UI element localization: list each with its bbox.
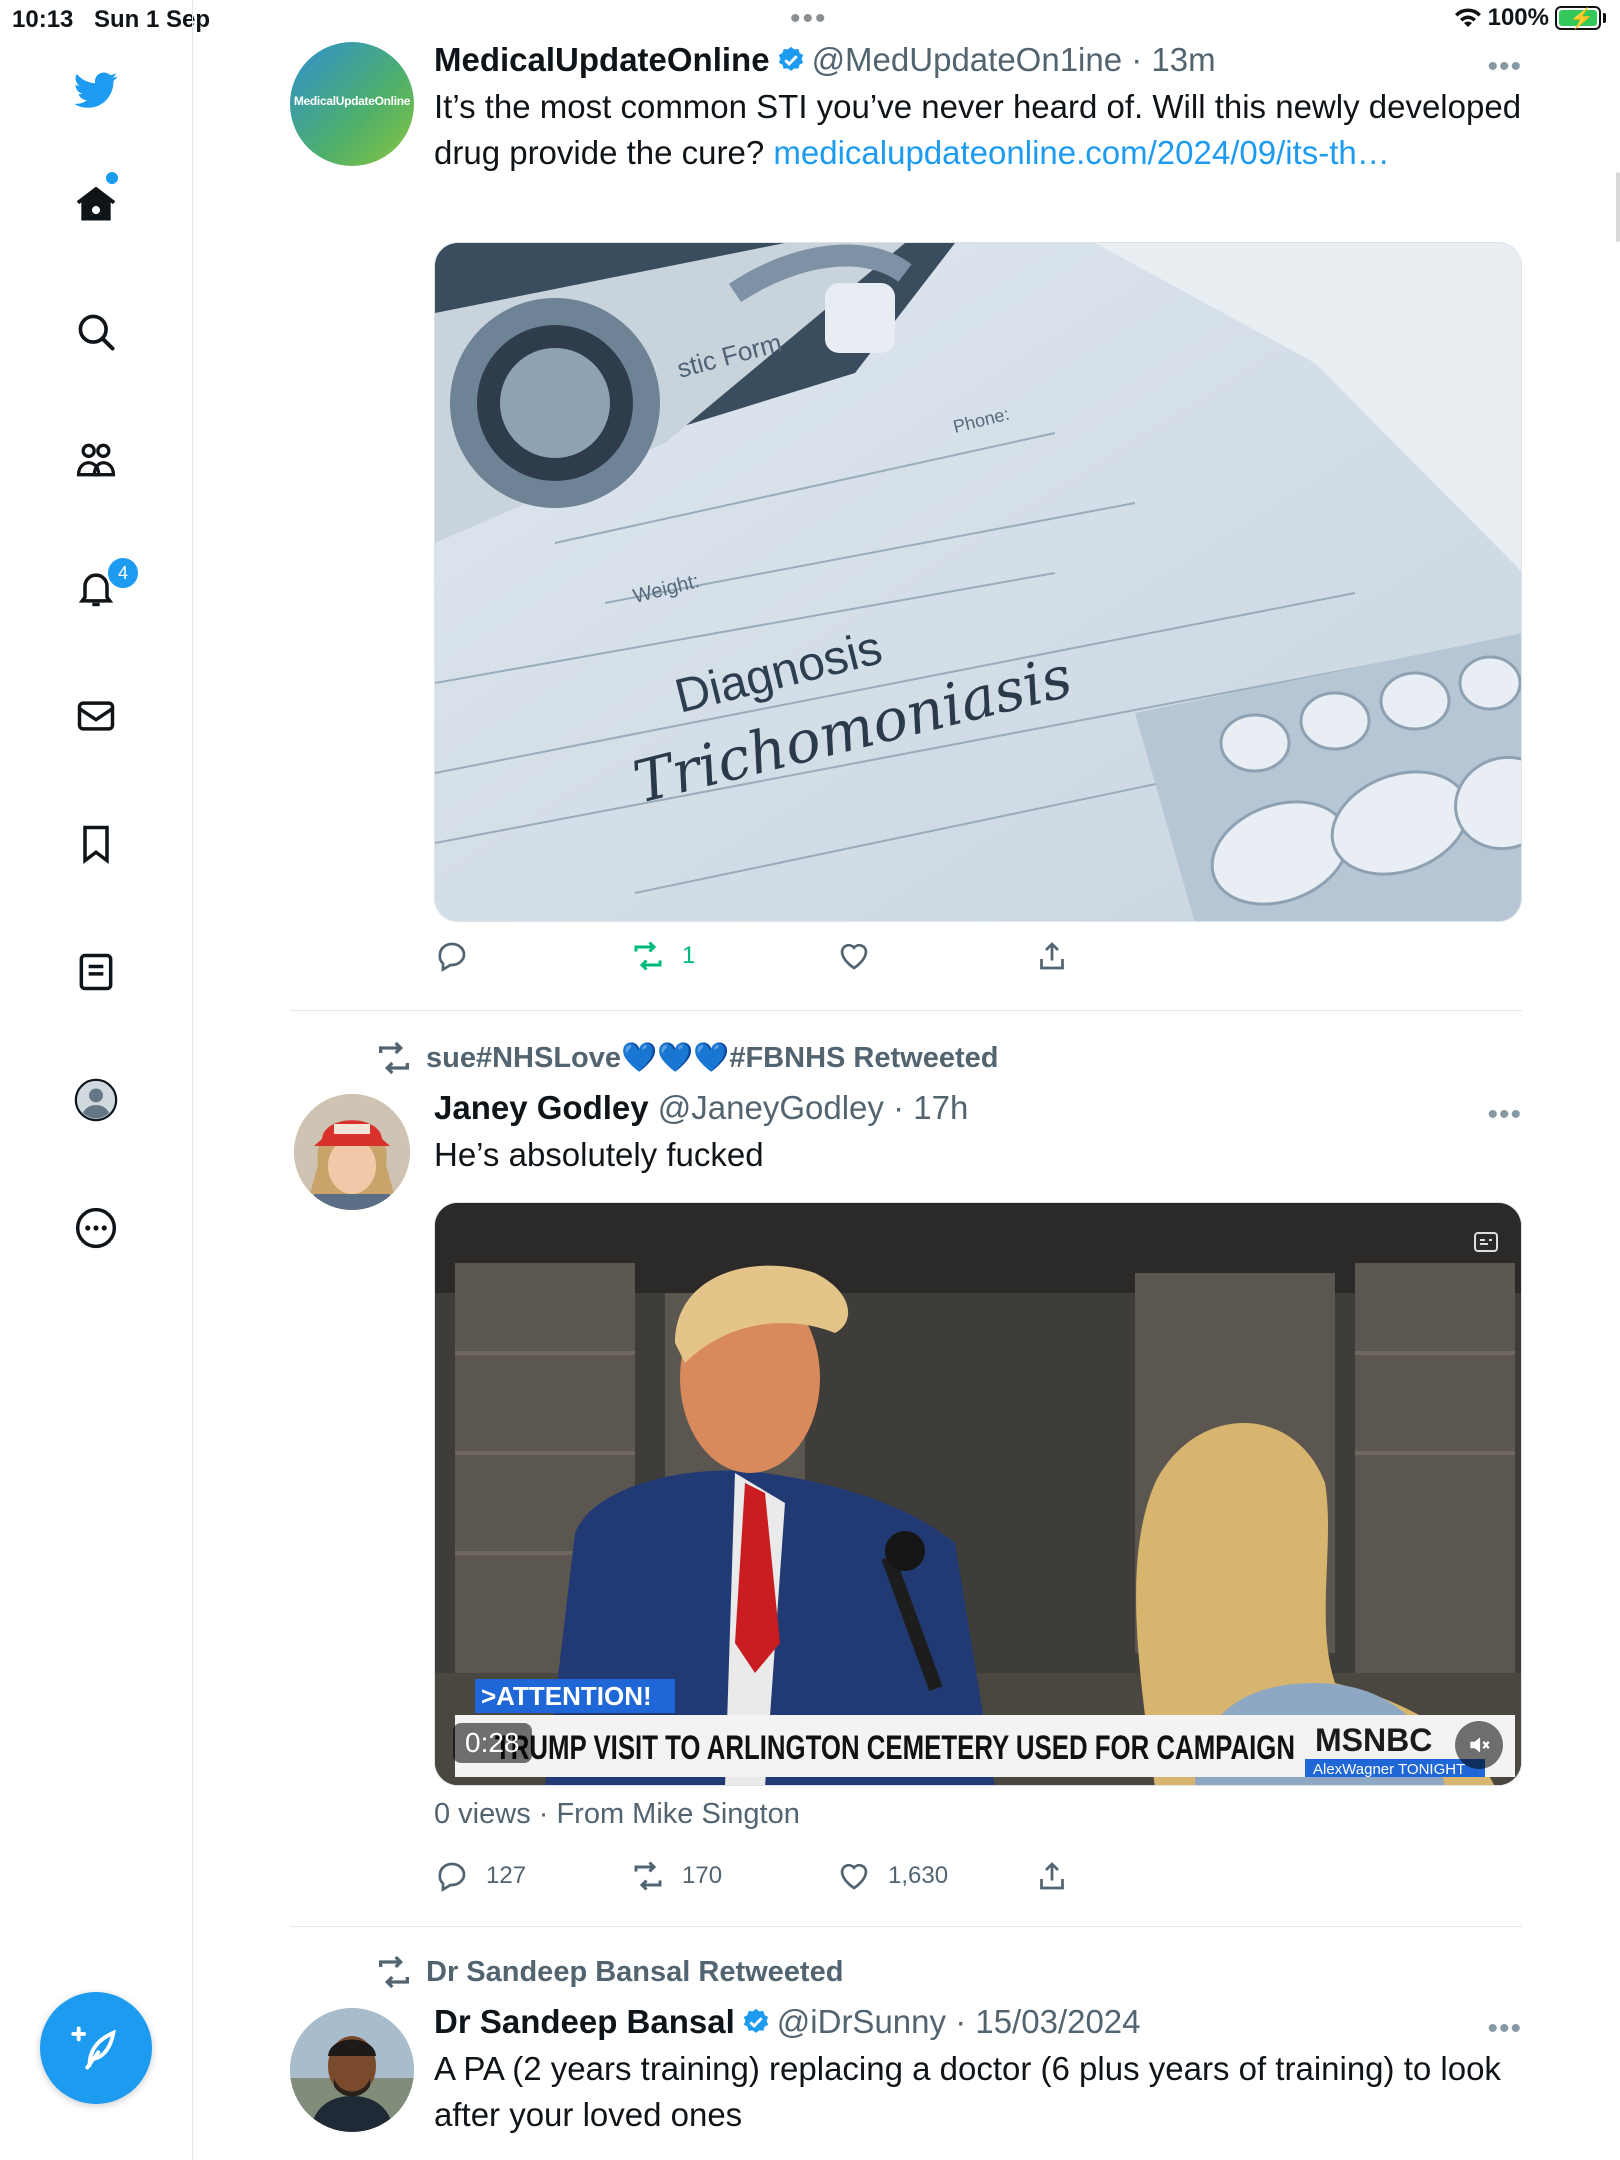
messages-mail-icon[interactable] bbox=[68, 688, 124, 744]
battery-percent: 100% bbox=[1487, 4, 1549, 31]
tweet-video[interactable]: >ATTENTION! TRUMP VISIT TO ARLINGTON CEM… bbox=[434, 1202, 1522, 1786]
retweet-indicator-icon bbox=[379, 1041, 409, 1075]
tweet-link[interactable]: medicalupdateonline.com/2024/09/its-th… bbox=[773, 134, 1389, 171]
retweet-icon bbox=[634, 1861, 662, 1891]
avatar-janeygodley[interactable] bbox=[294, 1094, 410, 1210]
handle[interactable]: @JaneyGodley bbox=[658, 1089, 884, 1126]
profile-avatar-icon[interactable] bbox=[68, 1072, 124, 1128]
more-options-icon[interactable] bbox=[68, 1200, 124, 1256]
tweet-header: MedicalUpdateOnline @MedUpdateOn1ine · 13… bbox=[434, 40, 1522, 80]
tweet-medicalupdateonline[interactable]: MedicalUpdateOnline MedicalUpdateOnline @… bbox=[290, 40, 1522, 980]
video-headline: TRUMP VISIT TO ARLINGTON CEMETERY USED F… bbox=[495, 1729, 1295, 1767]
avatar-logo-text: MedicalUpdateOnline bbox=[293, 94, 411, 108]
tweet-janeygodley[interactable]: Janey Godley @JaneyGodley · 17h ••• He’s… bbox=[290, 1088, 1522, 1908]
heart-icon bbox=[840, 943, 868, 970]
timestamp[interactable]: · 15/03/2024 bbox=[955, 2003, 1140, 2040]
share-icon bbox=[1040, 942, 1064, 970]
tweet-text: A PA (2 years training) replacing a doct… bbox=[434, 2050, 1501, 2133]
home-unread-dot bbox=[106, 172, 118, 184]
video-network-logo: MSNBC bbox=[1315, 1722, 1432, 1758]
video-attention-label: >ATTENTION! bbox=[481, 1681, 652, 1711]
retweeted-by-line[interactable]: Dr Sandeep Bansal Retweeted bbox=[374, 1952, 843, 1992]
display-name[interactable]: MedicalUpdateOnline bbox=[434, 41, 770, 78]
reply-button[interactable]: 127 bbox=[434, 1858, 526, 1894]
more-menu-icon[interactable]: ••• bbox=[1487, 1098, 1522, 1132]
retweet-button[interactable]: 170 bbox=[630, 1858, 722, 1894]
video-views-source: 0 views · From Mike Sington bbox=[434, 1798, 800, 1830]
timestamp[interactable]: · 17h bbox=[893, 1089, 968, 1126]
multitasking-dots-icon[interactable]: ••• bbox=[790, 2, 828, 36]
display-name[interactable]: Dr Sandeep Bansal bbox=[434, 2003, 735, 2040]
verified-badge-icon bbox=[743, 2008, 768, 2033]
communities-icon[interactable] bbox=[68, 432, 124, 488]
mute-button[interactable] bbox=[1455, 1721, 1503, 1769]
handle[interactable]: @iDrSunny bbox=[777, 2003, 946, 2040]
lists-icon[interactable] bbox=[68, 944, 124, 1000]
retweeted-by-text: sue#NHSLove💙💙💙#FBNHS Retweeted bbox=[426, 1042, 999, 1074]
handle[interactable]: @MedUpdateOn1ine bbox=[812, 41, 1123, 78]
compose-feather-icon bbox=[71, 2026, 116, 2070]
heart-icon bbox=[840, 1863, 868, 1890]
reply-bubble-icon bbox=[438, 942, 466, 972]
tweet-header: Dr Sandeep Bansal @iDrSunny · 15/03/2024 bbox=[434, 2002, 1522, 2042]
share-button[interactable] bbox=[1034, 1858, 1070, 1894]
retweet-icon bbox=[634, 941, 662, 971]
battery-icon: ⚡ bbox=[1555, 6, 1601, 30]
retweeted-by-line[interactable]: sue#NHSLove💙💙💙#FBNHS Retweeted bbox=[374, 1038, 998, 1078]
reply-button[interactable] bbox=[434, 938, 470, 974]
tweet-actions: 127 170 1,630 bbox=[434, 1858, 1134, 1898]
avatar-drsunny[interactable] bbox=[290, 2008, 414, 2132]
tweet-divider bbox=[290, 1010, 1522, 1011]
muted-speaker-icon bbox=[1470, 1737, 1490, 1753]
tweet-divider bbox=[290, 1926, 1522, 1927]
share-button[interactable] bbox=[1034, 938, 1070, 974]
search-icon[interactable] bbox=[68, 304, 124, 360]
tweet-actions: 1 bbox=[434, 938, 1134, 978]
display-name[interactable]: Janey Godley bbox=[434, 1089, 649, 1126]
tweet-text: He’s absolutely fucked bbox=[434, 1136, 764, 1173]
like-button[interactable] bbox=[836, 938, 872, 974]
compose-tweet-button[interactable] bbox=[40, 1992, 152, 2104]
tweet-image-diagnosis[interactable]: stic Form Phone: Weight: Diagnosis Trich… bbox=[434, 242, 1522, 922]
retweet-count: 170 bbox=[682, 1862, 723, 1889]
sidebar: 4 bbox=[0, 0, 193, 2160]
timestamp[interactable]: · 13m bbox=[1131, 41, 1215, 78]
tweet-header: Janey Godley @JaneyGodley · 17h bbox=[434, 1088, 1522, 1128]
tweet-drsunny[interactable]: Dr Sandeep Bansal @iDrSunny · 15/03/2024 … bbox=[290, 2002, 1522, 2160]
feed-scrollbar[interactable] bbox=[1616, 172, 1620, 242]
verified-badge-icon bbox=[778, 46, 803, 71]
bookmark-icon[interactable] bbox=[68, 816, 124, 872]
avatar-medicalupdateonline[interactable]: MedicalUpdateOnline bbox=[290, 42, 414, 166]
more-menu-icon[interactable]: ••• bbox=[1487, 50, 1522, 84]
share-icon bbox=[1040, 1862, 1064, 1890]
status-bar: 10:13 Sun 1 Sep ••• 100% ⚡ bbox=[0, 0, 1620, 40]
more-menu-icon[interactable]: ••• bbox=[1487, 2012, 1522, 2046]
retweet-count: 1 bbox=[682, 942, 696, 969]
retweeted-by-text: Dr Sandeep Bansal Retweeted bbox=[426, 1955, 844, 1988]
twitter-bird-icon[interactable] bbox=[68, 62, 124, 118]
status-right: 100% ⚡ bbox=[1454, 4, 1606, 32]
home-icon[interactable] bbox=[68, 176, 124, 232]
retweet-button[interactable]: 1 bbox=[630, 938, 695, 974]
reply-bubble-icon bbox=[438, 1862, 466, 1892]
video-duration: 0:28 bbox=[453, 1723, 532, 1763]
like-button[interactable]: 1,630 bbox=[836, 1858, 948, 1894]
notifications-badge: 4 bbox=[106, 556, 140, 590]
like-count: 1,630 bbox=[888, 1862, 949, 1889]
video-show-name: AlexWagner TONIGHT bbox=[1313, 1761, 1465, 1778]
tweet-text: It’s the most common STI you’ve never he… bbox=[434, 84, 1522, 176]
reply-count: 127 bbox=[486, 1862, 527, 1889]
wifi-icon bbox=[1454, 8, 1481, 27]
retweet-indicator-icon bbox=[379, 1955, 409, 1989]
